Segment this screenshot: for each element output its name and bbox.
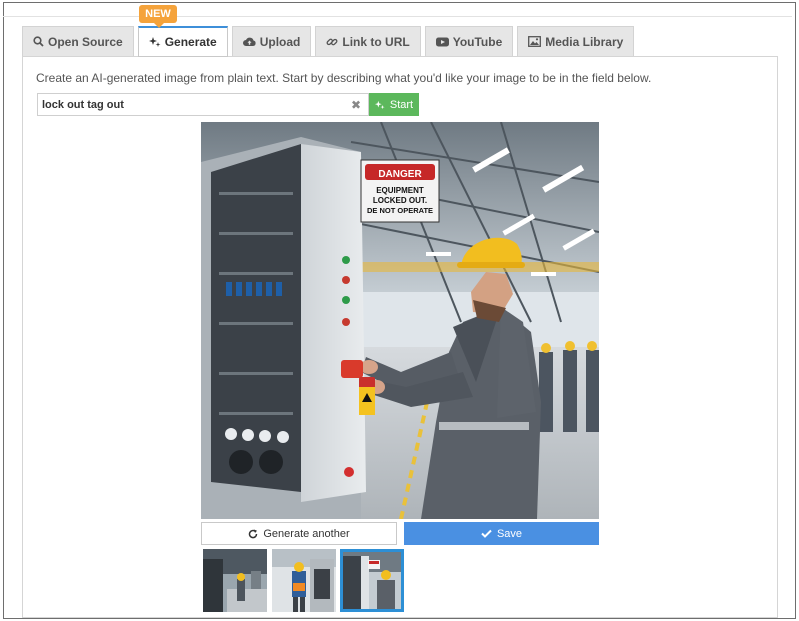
- tab-open-source[interactable]: Open Source: [22, 26, 134, 56]
- start-label: Start: [389, 98, 414, 111]
- tab-label: YouTube: [452, 34, 503, 49]
- cloud-upload-icon: [242, 36, 256, 47]
- top-divider: [3, 16, 792, 17]
- tab-generate[interactable]: Generate: [137, 26, 228, 57]
- instruction-text: Create an AI-generated image from plain …: [36, 71, 652, 85]
- tab-youtube[interactable]: YouTube: [424, 26, 514, 56]
- tab-label: Generate: [164, 35, 217, 49]
- save-label: Save: [496, 527, 523, 540]
- tab-bar: Open Source Generate Upload Link to URL …: [22, 26, 638, 57]
- start-button[interactable]: Start: [369, 93, 419, 116]
- prompt-field: ✖: [37, 93, 369, 116]
- new-badge: NEW: [139, 5, 177, 28]
- thumbnail-1[interactable]: [203, 549, 267, 612]
- sign-text: DE NOT OPERATE: [367, 206, 433, 215]
- sign-text: LOCKED OUT.: [373, 196, 427, 205]
- search-icon: [33, 36, 44, 47]
- save-button[interactable]: Save: [404, 522, 599, 545]
- image-icon: [528, 36, 542, 47]
- generated-image: DANGER EQUIPMENT LOCKED OUT. DE NOT OPER…: [201, 122, 599, 519]
- tab-label: Upload: [259, 34, 301, 49]
- refresh-icon: [248, 529, 258, 539]
- tab-label: Link to URL: [342, 34, 410, 49]
- sign-text: EQUIPMENT: [376, 186, 424, 195]
- link-icon: [326, 36, 338, 48]
- tab-upload[interactable]: Upload: [231, 26, 312, 56]
- sparkle-icon: [148, 36, 161, 48]
- checkmark-icon: [481, 529, 492, 538]
- sign-text: DANGER: [378, 169, 422, 180]
- tab-media-library[interactable]: Media Library: [517, 26, 635, 56]
- sparkle-icon: [374, 100, 385, 110]
- tab-label: Open Source: [48, 34, 123, 49]
- tab-label: Media Library: [545, 34, 624, 49]
- close-icon[interactable]: ✖: [351, 98, 361, 112]
- youtube-icon: [435, 37, 449, 47]
- thumbnail-3[interactable]: [340, 549, 404, 612]
- thumbnail-2[interactable]: [272, 549, 336, 612]
- generate-another-label: Generate another: [263, 527, 350, 540]
- generate-another-button[interactable]: Generate another: [201, 522, 397, 545]
- tab-link-to-url[interactable]: Link to URL: [315, 26, 421, 56]
- prompt-input[interactable]: [38, 94, 338, 115]
